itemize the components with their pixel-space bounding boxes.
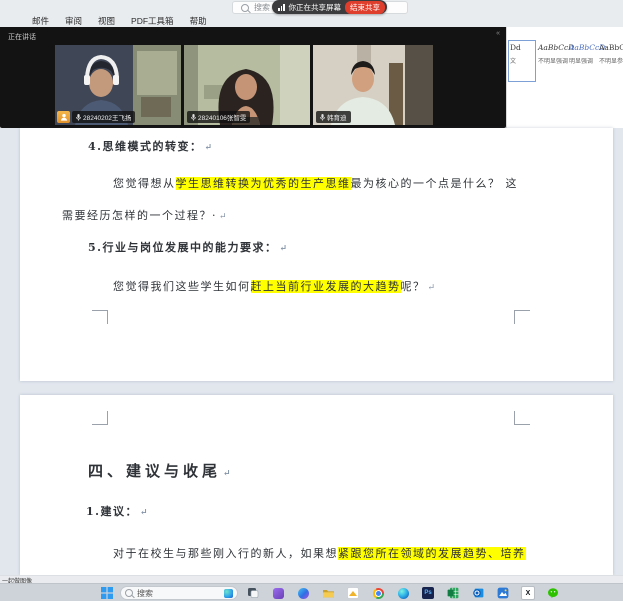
outlook-icon[interactable] — [471, 586, 485, 600]
doc-paragraph-5: 您觉得我们这些学生如何赶上当前行业发展的大趋势呢？↵ — [113, 278, 435, 294]
style-item-selected-partial[interactable]: Dd 文 — [508, 40, 536, 82]
text-boundary-mark — [514, 411, 530, 425]
style-label: 文 — [510, 56, 534, 65]
photoshop-icon[interactable]: Ps — [421, 586, 435, 600]
tab-view[interactable]: 视图 — [98, 15, 115, 27]
style-label: 不明显参考 — [599, 56, 623, 65]
participant-1-name: 28240202王飞扬 — [83, 112, 131, 122]
style-preview: AaBbCcD — [569, 43, 597, 52]
mic-icon — [191, 114, 196, 121]
wechat-icon[interactable] — [546, 586, 560, 600]
style-preview: AaBbCcD — [599, 43, 623, 52]
collapse-panel-icon[interactable]: « — [496, 30, 501, 37]
doc-heading-5: 5.行业与岗位发展中的能力要求：↵ — [88, 239, 287, 255]
tab-help[interactable]: 帮助 — [190, 15, 207, 27]
participant-1-nametag: 28240202王飞扬 — [72, 111, 135, 123]
text-boundary-mark — [92, 411, 108, 425]
paragraph-mark: ↵ — [204, 143, 212, 153]
meeting-video-panel: 正在讲话 « 28240202王飞扬 — [0, 27, 506, 128]
document-page-2[interactable]: 四、建议与收尾↵ 1.建议：↵ 对于在校生与那些刚入行的新人，如果想紧跟您所在领… — [20, 395, 613, 575]
photos-icon[interactable] — [496, 586, 510, 600]
paragraph-mark: ↵ — [428, 283, 436, 293]
bing-highlights-icon[interactable] — [224, 589, 233, 598]
search-icon — [125, 589, 133, 597]
search-placeholder: 搜索 — [254, 2, 270, 13]
participant-3-name: 韩育迪 — [327, 112, 347, 122]
file-explorer-icon[interactable] — [321, 586, 335, 600]
participant-2-name: 28240106张智雯 — [198, 112, 246, 122]
style-label: 不明显强调 — [538, 56, 566, 65]
style-preview: AaBbCcD — [538, 43, 566, 52]
microsoft-365-icon[interactable] — [271, 586, 285, 600]
doc-paragraph-4-line-1: 您觉得想从学生思维转换为优秀的生产思维最为核心的一个点是什么？ 这 — [113, 175, 518, 191]
paragraph-mark: ↵ — [219, 212, 227, 222]
edge-icon[interactable] — [396, 586, 410, 600]
style-label: 明显强调 — [569, 56, 597, 65]
paragraph-mark: ↵ — [140, 508, 148, 518]
participant-video-1[interactable]: 28240202王飞扬 — [55, 45, 181, 125]
share-notice-text: 你正在共享屏幕 — [289, 2, 342, 13]
tab-review[interactable]: 审阅 — [65, 15, 82, 27]
styles-gallery: Dd 文 AaBbCcD 不明显强调 AaBbCcD 明显强调 AaBbCcD … — [506, 27, 623, 129]
paragraph-mark: ↵ — [223, 469, 231, 479]
taskbar: 搜索 Ps — [0, 583, 623, 601]
doc-paragraph-suggestion: 对于在校生与那些刚入行的新人，如果想紧跟您所在领域的发展趋势、培养 — [113, 545, 526, 561]
desktop-screen: 搜索 你正在共享屏幕 结束共享 邮件 审阅 视图 PDF工具箱 帮助 正在讲话 … — [0, 0, 623, 601]
paragraph-mark: ↵ — [279, 244, 287, 254]
style-item-intense-emphasis[interactable]: AaBbCcD 明显强调 — [569, 43, 597, 65]
taskbar-search-input[interactable]: 搜索 — [120, 586, 238, 600]
chrome-icon[interactable] — [371, 586, 385, 600]
doc-heading-4: 4.思维模式的转变：↵ — [88, 138, 212, 154]
stop-share-button[interactable]: 结束共享 — [345, 1, 385, 14]
text-boundary-mark — [514, 310, 530, 324]
task-view-icon[interactable] — [246, 586, 260, 600]
ribbon-tabs: 邮件 审阅 视图 PDF工具箱 帮助 — [32, 14, 207, 27]
member-role-icon — [57, 111, 70, 123]
participant-video-2[interactable]: 28240106张智雯 — [184, 45, 310, 125]
style-item-subtle-emphasis[interactable]: AaBbCcD 不明显强调 — [538, 43, 566, 65]
highlighted-text: 紧跟您所在领域的发展趋势、培养 — [338, 547, 526, 560]
x-app-icon[interactable]: X — [521, 586, 535, 600]
document-page-1[interactable]: 4.思维模式的转变：↵ 您觉得想从学生思维转换为优秀的生产思维最为核心的一个点是… — [20, 128, 613, 381]
tab-mailings[interactable]: 邮件 — [32, 15, 49, 27]
tab-pdf-toolbox[interactable]: PDF工具箱 — [131, 15, 174, 27]
copilot-icon[interactable] — [296, 586, 310, 600]
participant-video-3[interactable]: 韩育迪 — [313, 45, 433, 125]
search-icon — [241, 4, 249, 12]
start-button[interactable] — [100, 586, 114, 600]
mic-icon — [320, 114, 325, 121]
highlighted-text: 赶上当前行业发展的大趋势 — [251, 280, 401, 293]
screen-share-notice: 你正在共享屏幕 结束共享 — [272, 0, 387, 14]
text-boundary-mark — [92, 310, 108, 324]
style-item-subtle-reference[interactable]: AaBbCcD 不明显参考 — [599, 43, 623, 65]
doc-paragraph-4-line-2: 需要经历怎样的一个过程？·↵ — [62, 207, 227, 223]
mic-icon — [76, 114, 81, 121]
taskbar-search-placeholder: 搜索 — [137, 588, 220, 599]
highlighted-text: 学生思维转换为优秀的生产思维 — [176, 177, 351, 190]
participant-3-nametag: 韩育迪 — [316, 111, 351, 123]
document-canvas: 4.思维模式的转变：↵ 您觉得想从学生思维转换为优秀的生产思维最为核心的一个点是… — [0, 128, 623, 575]
doc-section-heading: 四、建议与收尾↵ — [88, 460, 231, 481]
style-preview: Dd — [510, 43, 534, 52]
excel-icon[interactable] — [446, 586, 460, 600]
wps-office-icon[interactable] — [346, 586, 360, 600]
speaking-label: 正在讲话 — [8, 32, 36, 42]
signal-bars-icon — [278, 4, 285, 11]
participant-2-nametag: 28240106张智雯 — [187, 111, 250, 123]
doc-subheading-suggestion: 1.建议：↵ — [86, 503, 148, 519]
